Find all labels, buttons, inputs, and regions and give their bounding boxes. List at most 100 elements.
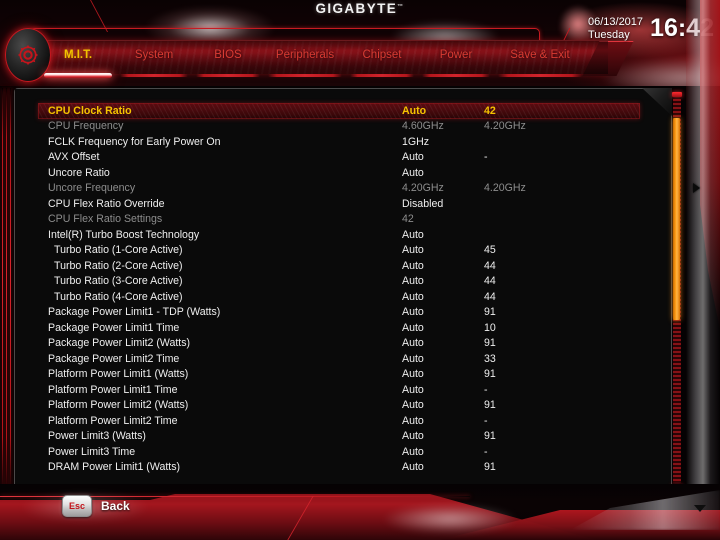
settings-panel-wrapper: CPU Clock Ratio Auto 42 CPU Frequency 4.60GH… bbox=[2, 88, 672, 494]
setting-value-current[interactable]: 4.20GHz bbox=[402, 182, 444, 194]
settings-row[interactable]: CPU Frequency 4.60GHz 4.20GHz bbox=[38, 119, 640, 135]
footer-glow-center bbox=[380, 504, 520, 534]
setting-label: CPU Flex Ratio Settings bbox=[48, 213, 163, 226]
setting-label: Intel(R) Turbo Boost Technology bbox=[48, 228, 200, 241]
settings-row[interactable]: Turbo Ratio (1-Core Active) Auto 45 bbox=[38, 243, 640, 259]
setting-value-effective: 42 bbox=[484, 104, 496, 117]
tab-peripherals[interactable]: Peripherals bbox=[264, 48, 346, 77]
tab-label: Chipset bbox=[362, 49, 402, 61]
setting-value-current[interactable]: Auto bbox=[402, 244, 424, 256]
tab-underline bbox=[196, 74, 260, 77]
setting-value-effective: - bbox=[484, 414, 488, 427]
settings-row[interactable]: CPU Flex Ratio Settings 42 bbox=[38, 212, 640, 228]
settings-row[interactable]: Platform Power Limit2 Time Auto - bbox=[38, 413, 640, 429]
setting-value-current[interactable]: Auto bbox=[402, 275, 424, 287]
setting-value-current[interactable]: Auto bbox=[402, 446, 424, 458]
settings-row[interactable]: Power Limit3 Time Auto - bbox=[38, 444, 640, 460]
setting-value-current[interactable]: Auto bbox=[402, 430, 424, 442]
setting-value-current[interactable]: Auto bbox=[402, 353, 424, 365]
settings-row[interactable]: AVX Offset Auto - bbox=[38, 150, 640, 166]
tab-label: Power bbox=[439, 49, 473, 61]
tab-power[interactable]: Power bbox=[418, 48, 494, 77]
setting-label: DRAM Power Limit1 (Watts) bbox=[48, 461, 181, 474]
settings-row[interactable]: FCLK Frequency for Early Power On 1GHz bbox=[38, 134, 640, 150]
setting-label: Platform Power Limit2 (Watts) bbox=[48, 399, 189, 412]
setting-label: Turbo Ratio (1-Core Active) bbox=[54, 244, 183, 257]
setting-value-current[interactable]: Auto bbox=[402, 399, 424, 411]
setting-value-current[interactable]: Auto bbox=[402, 167, 424, 179]
setting-value-current[interactable]: 4.60GHz bbox=[402, 120, 444, 132]
settings-row[interactable]: Uncore Ratio Auto bbox=[38, 165, 640, 181]
setting-value-current[interactable]: Auto bbox=[402, 337, 424, 349]
settings-row[interactable]: Package Power Limit1 Time Auto 10 bbox=[38, 320, 640, 336]
setting-label: Package Power Limit1 - TDP (Watts) bbox=[48, 306, 221, 319]
right-arrow-icon bbox=[693, 183, 700, 193]
settings-row[interactable]: Uncore Frequency 4.20GHz 4.20GHz bbox=[38, 181, 640, 197]
setting-value-current[interactable]: Auto bbox=[402, 322, 424, 334]
setting-value-effective: 44 bbox=[484, 259, 496, 272]
setting-value-current[interactable]: Auto bbox=[402, 291, 424, 303]
settings-row[interactable]: Platform Power Limit1 (Watts) Auto 91 bbox=[38, 367, 640, 383]
tab-system[interactable]: System bbox=[116, 48, 192, 77]
setting-label: Platform Power Limit1 (Watts) bbox=[48, 368, 189, 381]
setting-value-effective: 91 bbox=[484, 461, 496, 474]
tab-underline bbox=[498, 74, 582, 77]
settings-row[interactable]: Turbo Ratio (3-Core Active) Auto 44 bbox=[38, 274, 640, 290]
setting-value-current[interactable]: 42 bbox=[402, 213, 414, 225]
settings-row[interactable]: Intel(R) Turbo Boost Technology Auto bbox=[38, 227, 640, 243]
setting-value-current[interactable]: Auto bbox=[402, 229, 424, 241]
setting-value-current[interactable]: Auto bbox=[402, 461, 424, 473]
setting-label: Turbo Ratio (4-Core Active) bbox=[54, 290, 183, 303]
settings-row[interactable]: Power Limit3 (Watts) Auto 91 bbox=[38, 429, 640, 445]
setting-value-current[interactable]: Auto bbox=[402, 306, 424, 318]
scrollbar-thumb[interactable] bbox=[673, 118, 680, 320]
settings-row[interactable]: Turbo Ratio (4-Core Active) Auto 44 bbox=[38, 289, 640, 305]
setting-value-effective: - bbox=[484, 151, 488, 164]
main-nav-tabs: M.I.T. System BIOS Peripherals Chipset P… bbox=[40, 48, 600, 78]
setting-value-current[interactable]: Auto bbox=[402, 415, 424, 427]
setting-value-current[interactable]: Auto bbox=[402, 260, 424, 272]
setting-value-current[interactable]: Auto bbox=[402, 384, 424, 396]
settings-row[interactable]: Platform Power Limit1 Time Auto - bbox=[38, 382, 640, 398]
setting-label: Power Limit3 Time bbox=[48, 445, 136, 458]
current-time: 16:42 bbox=[650, 14, 714, 42]
setting-value-current[interactable]: Disabled bbox=[402, 198, 443, 210]
setting-label: Platform Power Limit2 Time bbox=[48, 414, 178, 427]
back-button[interactable]: Esc Back bbox=[62, 494, 130, 518]
tab-label: Peripherals bbox=[275, 49, 335, 61]
settings-row[interactable]: Package Power Limit1 - TDP (Watts) Auto 91 bbox=[38, 305, 640, 321]
setting-value-effective: 33 bbox=[484, 352, 496, 365]
settings-row[interactable]: CPU Flex Ratio Override Disabled bbox=[38, 196, 640, 212]
setting-label: Package Power Limit1 Time bbox=[48, 321, 180, 334]
tab-bios[interactable]: BIOS bbox=[192, 48, 264, 77]
current-day: Tuesday bbox=[587, 28, 630, 41]
setting-label: Turbo Ratio (3-Core Active) bbox=[54, 275, 183, 288]
tab-label: System bbox=[134, 49, 174, 61]
settings-row[interactable]: CPU Clock Ratio Auto 42 bbox=[38, 103, 640, 119]
setting-value-effective: - bbox=[484, 445, 488, 458]
tab-mit[interactable]: M.I.T. bbox=[40, 48, 116, 78]
settings-row[interactable]: DRAM Power Limit1 (Watts) Auto 91 bbox=[38, 460, 640, 476]
vertical-scrollbar[interactable] bbox=[672, 92, 682, 490]
settings-row[interactable]: Package Power Limit2 Time Auto 33 bbox=[38, 351, 640, 367]
setting-label: AVX Offset bbox=[48, 151, 100, 164]
tab-save-and-exit[interactable]: Save & Exit bbox=[494, 48, 586, 77]
tab-label: Save & Exit bbox=[510, 49, 570, 61]
setting-value-current[interactable]: Auto bbox=[402, 105, 426, 117]
setting-value-current[interactable]: Auto bbox=[402, 368, 424, 380]
settings-row[interactable]: Turbo Ratio (2-Core Active) Auto 44 bbox=[38, 258, 640, 274]
settings-row[interactable]: Platform Power Limit2 (Watts) Auto 91 bbox=[38, 398, 640, 414]
setting-value-effective: 91 bbox=[484, 430, 496, 443]
setting-value-effective: 91 bbox=[484, 399, 496, 412]
tab-chipset[interactable]: Chipset bbox=[346, 48, 418, 77]
setting-value-effective: 4.20GHz bbox=[484, 182, 526, 195]
settings-row-list: CPU Clock Ratio Auto 42 CPU Frequency 4.60GH… bbox=[38, 103, 653, 475]
brand-name: GIGABYTE bbox=[315, 1, 398, 16]
setting-value-effective: 91 bbox=[484, 368, 496, 381]
back-button-label: Back bbox=[101, 499, 130, 513]
setting-value-current[interactable]: Auto bbox=[402, 151, 424, 163]
setting-value-effective: 10 bbox=[484, 321, 496, 334]
settings-row[interactable]: Package Power Limit2 (Watts) Auto 91 bbox=[38, 336, 640, 352]
tab-underline bbox=[120, 74, 188, 77]
setting-value-current[interactable]: 1GHz bbox=[402, 136, 429, 148]
